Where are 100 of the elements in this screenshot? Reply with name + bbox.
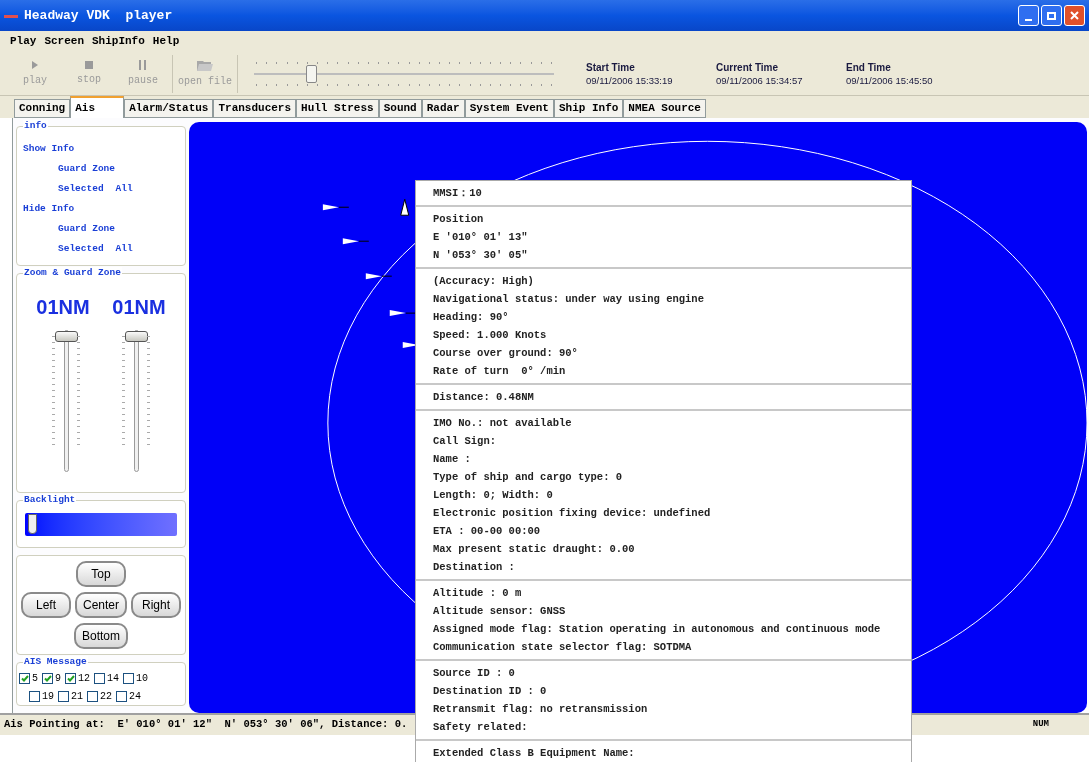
info-link[interactable]: Selected — [58, 181, 104, 196]
info-link[interactable]: All — [115, 241, 133, 256]
menu-item[interactable]: ShipInfo — [92, 33, 145, 50]
vessel-icon[interactable] — [365, 273, 393, 280]
checkbox[interactable] — [58, 691, 69, 702]
info-line: Source ID : 0 — [433, 666, 516, 681]
maximize-button[interactable] — [1041, 5, 1062, 26]
info-link[interactable]: Selected — [58, 241, 104, 256]
time-value: 09/11/2006 15:34:57 — [716, 73, 804, 87]
checkbox[interactable] — [123, 673, 135, 684]
slider-thumb[interactable] — [27, 514, 37, 534]
time-value: 09/11/2006 15:33:19 — [586, 73, 674, 87]
minimize-icon — [1025, 19, 1032, 21]
info-line: Safety related: — [433, 720, 529, 735]
info-link[interactable]: All — [115, 181, 133, 196]
vessel-icon[interactable] — [322, 204, 350, 211]
checkbox[interactable] — [29, 691, 40, 702]
info-link[interactable]: Guard Zone — [23, 221, 185, 236]
menu-item[interactable]: Screen — [44, 33, 84, 50]
backlight-slider[interactable] — [25, 513, 177, 536]
info-line: Assigned mode flag: Station operating in autonomous and continuous mode — [433, 622, 882, 637]
checkbox[interactable] — [116, 691, 128, 702]
checkbox-label: 24 — [129, 690, 142, 704]
num-lock-indicator: NUM — [1032, 718, 1049, 732]
info-line: ETA : 00-00 00:00 — [433, 524, 542, 539]
checkbox[interactable] — [42, 673, 53, 684]
range-reading: 01NM — [112, 295, 166, 320]
info-line: MMSI：10 — [433, 186, 483, 201]
status-text: Ais Pointing at: E' 010° 01' 12" N' 053° 30' 06", Distance: 0. — [4, 717, 408, 733]
info-line: Destination : — [433, 560, 516, 575]
info-line: Altitude : 0 m — [433, 586, 523, 601]
minimize-button[interactable] — [1018, 5, 1039, 26]
vessel-icon[interactable] — [389, 310, 417, 317]
info-line: Rate of turn 0° /min — [433, 364, 567, 379]
info-line: Max present static draught: 0.00 — [433, 542, 636, 557]
close-icon — [1070, 11, 1079, 20]
pan-button[interactable]: Top — [76, 561, 126, 587]
info-link[interactable]: Hide Info — [23, 201, 185, 216]
checkbox-label: 22 — [100, 690, 113, 704]
play-icon — [31, 59, 39, 70]
slider-thumb[interactable] — [54, 331, 78, 342]
checkbox[interactable] — [87, 691, 99, 702]
info-link[interactable]: Guard Zone — [23, 161, 185, 176]
info-line: Electronic position fixing device: undefined — [433, 506, 712, 521]
info-line: Destination ID : 0 — [433, 684, 548, 699]
checkbox-label: 14 — [107, 672, 120, 686]
tab[interactable]: Alarm/Status — [124, 99, 214, 118]
info-line: Heading: 90° — [433, 310, 510, 325]
tab[interactable]: Sound — [378, 99, 422, 118]
tab[interactable]: NMEA Source — [623, 99, 706, 118]
checkbox-label: 5 — [32, 672, 38, 686]
close-button[interactable] — [1064, 5, 1085, 26]
checkbox[interactable] — [19, 673, 30, 684]
checkbox-label: 19 — [42, 690, 54, 704]
check-icon — [20, 675, 29, 682]
checkbox[interactable] — [94, 673, 106, 684]
tab[interactable]: Transducers — [213, 99, 297, 118]
checkbox[interactable] — [65, 673, 77, 684]
folder-icon — [197, 58, 213, 71]
info-line: Type of ship and cargo type: 0 — [433, 470, 624, 485]
info-line: N '053° 30' 05" — [433, 248, 529, 263]
window-title: Headway VDK player — [24, 6, 173, 25]
pan-button[interactable]: Center — [75, 592, 127, 618]
info-line: E '010° 01' 13" — [433, 230, 529, 245]
tab[interactable]: System Event — [464, 99, 554, 118]
info-line: Navigational status: under way using engine — [433, 292, 705, 307]
info-line: Name : — [433, 452, 472, 467]
pan-button[interactable]: Right — [131, 592, 181, 618]
pan-button[interactable]: Left — [21, 592, 71, 618]
tab[interactable]: Ais — [70, 96, 125, 118]
tab[interactable]: Ship Info — [553, 99, 624, 118]
slider-thumb[interactable] — [124, 331, 148, 342]
checkbox-label: 10 — [136, 672, 149, 686]
stop-icon — [85, 60, 93, 69]
time-value: 09/11/2006 15:45:50 — [846, 73, 934, 87]
info-line: Communication state selector flag: SOTDMA — [433, 640, 693, 655]
checkbox-label: 9 — [55, 672, 62, 686]
range-reading: 01NM — [36, 295, 90, 320]
info-line: Retransmit flag: no retransmission — [433, 702, 649, 717]
tab[interactable]: Conning — [14, 99, 71, 118]
vessel-icon[interactable] — [342, 238, 370, 245]
info-line: IMO No.: not available — [433, 416, 573, 431]
tab[interactable]: Hull Stress — [296, 99, 379, 118]
info-line: Extended Class B Equipment Name: — [433, 746, 636, 761]
tab[interactable]: Radar — [421, 99, 465, 118]
info-link[interactable]: Show Info — [23, 141, 185, 156]
menu-item[interactable]: Play — [10, 33, 37, 50]
checkbox-label: 21 — [71, 690, 84, 704]
restore-icon — [1047, 11, 1056, 20]
info-line: Position — [433, 212, 485, 227]
menu-item[interactable]: Help — [152, 33, 180, 50]
info-line: Speed: 1.000 Knots — [433, 328, 548, 343]
check-icon — [43, 675, 52, 682]
group-title: AIS Message — [23, 656, 88, 668]
vessel-icon[interactable] — [400, 198, 410, 216]
pan-button[interactable]: Bottom — [74, 623, 128, 649]
time-label: Start Time — [586, 60, 636, 74]
slider-thumb[interactable] — [306, 64, 318, 83]
info-line: Distance: 0.48NM — [433, 390, 535, 405]
time-label: Current Time — [716, 60, 780, 74]
